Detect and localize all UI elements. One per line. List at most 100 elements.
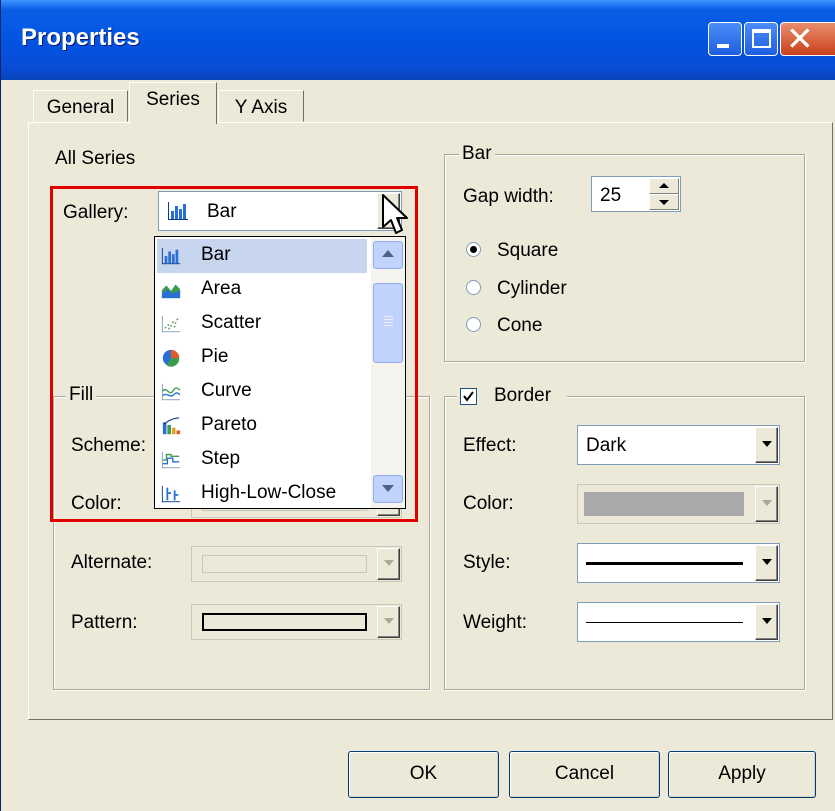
list-item-label: Pie (201, 346, 229, 367)
minimize-icon (717, 44, 729, 48)
list-item-label: Step (201, 448, 241, 469)
properties-dialog: Properties ✕ General Series Y Axis All S… (0, 0, 835, 811)
effect-dropdown-button[interactable] (755, 427, 778, 463)
maximize-button[interactable] (744, 22, 778, 56)
bar-chart-icon (161, 247, 181, 265)
style-label: Style: (463, 552, 511, 573)
curve-chart-icon (161, 383, 181, 401)
list-item-label: High-Low-Close (201, 482, 337, 503)
alternate-swatch (202, 555, 367, 573)
tab-general[interactable]: General (33, 90, 128, 122)
list-item-label: Pareto (201, 414, 257, 435)
bar-group-title: Bar (459, 143, 495, 165)
alternate-label: Alternate: (71, 552, 153, 573)
list-item-label: Area (201, 278, 242, 299)
scroll-thumb[interactable] (373, 283, 403, 363)
style-select[interactable] (577, 543, 780, 583)
gallery-select[interactable]: Bar (158, 191, 402, 231)
scroll-up-button[interactable] (373, 241, 403, 269)
gap-width-spinner[interactable]: 25 (591, 176, 681, 212)
effect-label: Effect: (463, 435, 517, 456)
chevron-down-icon (762, 500, 772, 506)
spin-down-button[interactable] (649, 194, 679, 210)
grip-icon (384, 316, 393, 317)
pattern-dropdown-button[interactable] (377, 606, 400, 638)
weight-label: Weight: (463, 612, 528, 633)
weight-select[interactable] (577, 602, 780, 642)
square-radio[interactable] (466, 242, 481, 257)
scatter-chart-icon (161, 315, 181, 333)
title-bar[interactable]: Properties ✕ (1, 0, 835, 80)
list-item-label: Bar (201, 244, 231, 265)
apply-button[interactable]: Apply (668, 751, 816, 798)
border-checkbox[interactable] (460, 388, 477, 405)
border-group-header: Border (457, 384, 567, 410)
minimize-button[interactable] (708, 22, 742, 56)
list-item[interactable]: Area (157, 273, 367, 307)
style-dropdown-button[interactable] (755, 545, 778, 581)
chevron-down-icon (762, 441, 772, 447)
chevron-down-icon (659, 200, 669, 205)
chevron-down-icon (762, 618, 772, 624)
pareto-chart-icon (162, 417, 181, 435)
list-item[interactable]: Scatter (157, 307, 367, 341)
alternate-dropdown-button[interactable] (377, 548, 400, 580)
square-label: Square (497, 240, 559, 261)
bar-chart-icon (168, 202, 188, 220)
weight-dropdown-button[interactable] (755, 604, 778, 640)
list-item[interactable]: High-Low-Close (157, 477, 367, 508)
tab-series[interactable]: Series (129, 82, 217, 124)
list-item-label: Scatter (201, 312, 262, 333)
cylinder-label: Cylinder (497, 278, 567, 299)
close-icon: ✕ (786, 19, 814, 58)
maximize-icon (752, 29, 771, 48)
pattern-label: Pattern: (71, 612, 138, 633)
window-title: Properties (21, 24, 140, 51)
cancel-button[interactable]: Cancel (509, 751, 660, 798)
all-series-heading: All Series (55, 148, 136, 169)
cone-label: Cone (497, 315, 543, 336)
area-chart-icon (161, 284, 181, 299)
spin-up-button[interactable] (649, 178, 679, 194)
cone-radio[interactable] (466, 317, 481, 332)
chevron-down-icon (382, 485, 394, 492)
border-color-label: Color: (463, 493, 514, 514)
effect-value: Dark (586, 435, 627, 456)
list-item-label: Curve (201, 380, 252, 401)
list-item[interactable]: Pareto (157, 409, 367, 443)
gap-width-value: 25 (600, 185, 622, 206)
chevron-down-icon (762, 559, 772, 565)
ok-button[interactable]: OK (348, 751, 499, 798)
gap-width-label: Gap width: (463, 186, 554, 207)
gallery-scrollbar[interactable] (371, 237, 405, 508)
high-low-close-chart-icon (161, 485, 181, 503)
border-color-dropdown-button[interactable] (755, 486, 778, 522)
alternate-select[interactable] (191, 546, 402, 582)
pattern-select[interactable] (191, 604, 402, 640)
list-item[interactable]: Curve (157, 375, 367, 409)
scroll-down-button[interactable] (373, 475, 403, 503)
cylinder-radio[interactable] (466, 280, 481, 295)
chevron-up-icon (659, 183, 669, 188)
step-chart-icon (161, 451, 181, 469)
tab-y-axis[interactable]: Y Axis (218, 90, 304, 122)
border-label: Border (494, 385, 552, 406)
effect-select[interactable]: Dark (577, 425, 780, 465)
gallery-selected-value: Bar (207, 201, 237, 222)
list-item[interactable]: Pie (157, 341, 367, 375)
close-button[interactable]: ✕ (780, 19, 835, 58)
gallery-dropdown-list: Bar Area Scatter Pie Curve Pareto Step H… (154, 236, 406, 509)
border-color-swatch (584, 492, 744, 516)
line-style-sample (586, 562, 743, 565)
pattern-swatch (202, 613, 367, 631)
list-item[interactable]: Bar (157, 239, 367, 273)
mouse-cursor-icon (382, 194, 408, 234)
chevron-down-icon (384, 560, 394, 566)
checkmark-icon (463, 391, 474, 402)
line-weight-sample (586, 622, 743, 623)
chevron-down-icon (384, 618, 394, 624)
pie-chart-icon (162, 349, 180, 367)
list-item[interactable]: Step (157, 443, 367, 477)
border-color-select[interactable] (577, 484, 780, 524)
chevron-up-icon (382, 250, 394, 257)
